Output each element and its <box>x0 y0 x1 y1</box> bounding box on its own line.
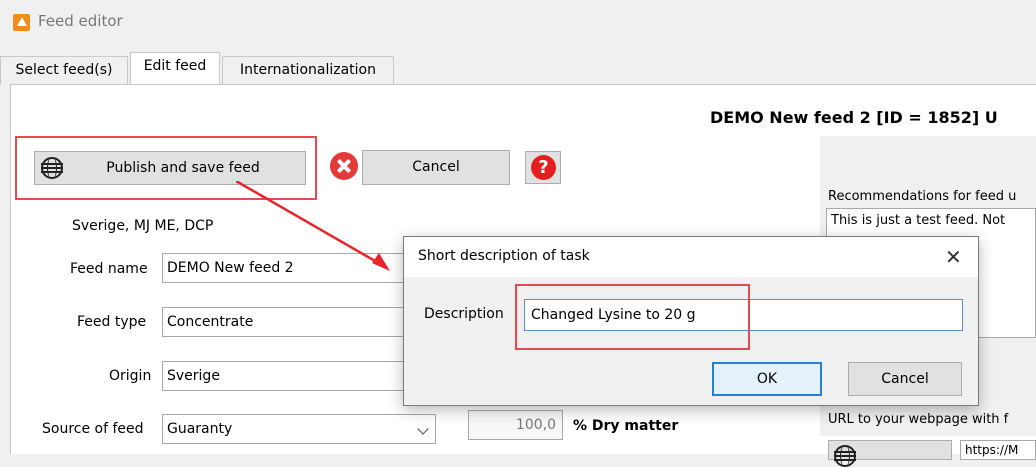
dry-matter-input[interactable]: 100,0 <box>468 410 563 440</box>
region-text: Sverige, MJ ME, DCP <box>72 218 214 234</box>
tab-internationalization[interactable]: Internationalization <box>222 56 394 85</box>
url-label: URL to your webpage with f <box>828 412 1009 427</box>
help-button[interactable]: ? <box>525 151 561 184</box>
description-label: Description <box>424 306 504 322</box>
source-of-feed-select[interactable]: Guaranty <box>162 414 436 444</box>
source-of-feed-label: Source of feed <box>42 421 144 437</box>
publish-button-label: Publish and save feed <box>106 160 260 176</box>
globe-icon <box>41 157 63 179</box>
window-title: Feed editor <box>38 12 123 30</box>
publish-and-save-button[interactable]: Publish and save feed <box>34 151 306 185</box>
url-input[interactable]: https://M <box>960 440 1036 460</box>
feed-name-label: Feed name <box>70 261 148 277</box>
feed-header-title: DEMO New feed 2 [ID = 1852] U <box>710 108 998 127</box>
dry-matter-label: % Dry matter <box>573 418 679 434</box>
annotation-arrow <box>236 181 390 271</box>
url-globe-button[interactable] <box>828 440 952 467</box>
origin-label: Origin <box>109 368 152 384</box>
recommendations-label: Recommendations for feed u <box>828 189 1017 204</box>
tab-edit-feed[interactable]: Edit feed <box>130 52 220 84</box>
origin-select[interactable]: Sverige <box>162 361 407 391</box>
feed-type-label: Feed type <box>77 314 147 330</box>
short-description-dialog: Short description of task ✕ Description … <box>403 236 979 406</box>
cancel-icon[interactable] <box>330 152 358 180</box>
dialog-title: Short description of task <box>418 248 590 264</box>
help-icon: ? <box>531 155 556 180</box>
description-highlight-frame <box>515 284 750 350</box>
chevron-down-icon <box>417 423 429 435</box>
app-icon <box>13 14 30 31</box>
title-bar <box>0 0 1036 46</box>
close-icon[interactable]: ✕ <box>945 245 962 269</box>
source-of-feed-value: Guaranty <box>167 421 233 437</box>
ok-button[interactable]: OK <box>712 362 822 396</box>
tab-select-feeds[interactable]: Select feed(s) <box>0 56 128 85</box>
feed-type-select[interactable]: Concentrate <box>162 307 407 337</box>
globe-icon <box>834 445 856 467</box>
dialog-cancel-button[interactable]: Cancel <box>848 362 962 396</box>
cancel-button[interactable]: Cancel <box>362 150 510 185</box>
dialog-header: Short description of task ✕ <box>404 237 978 277</box>
